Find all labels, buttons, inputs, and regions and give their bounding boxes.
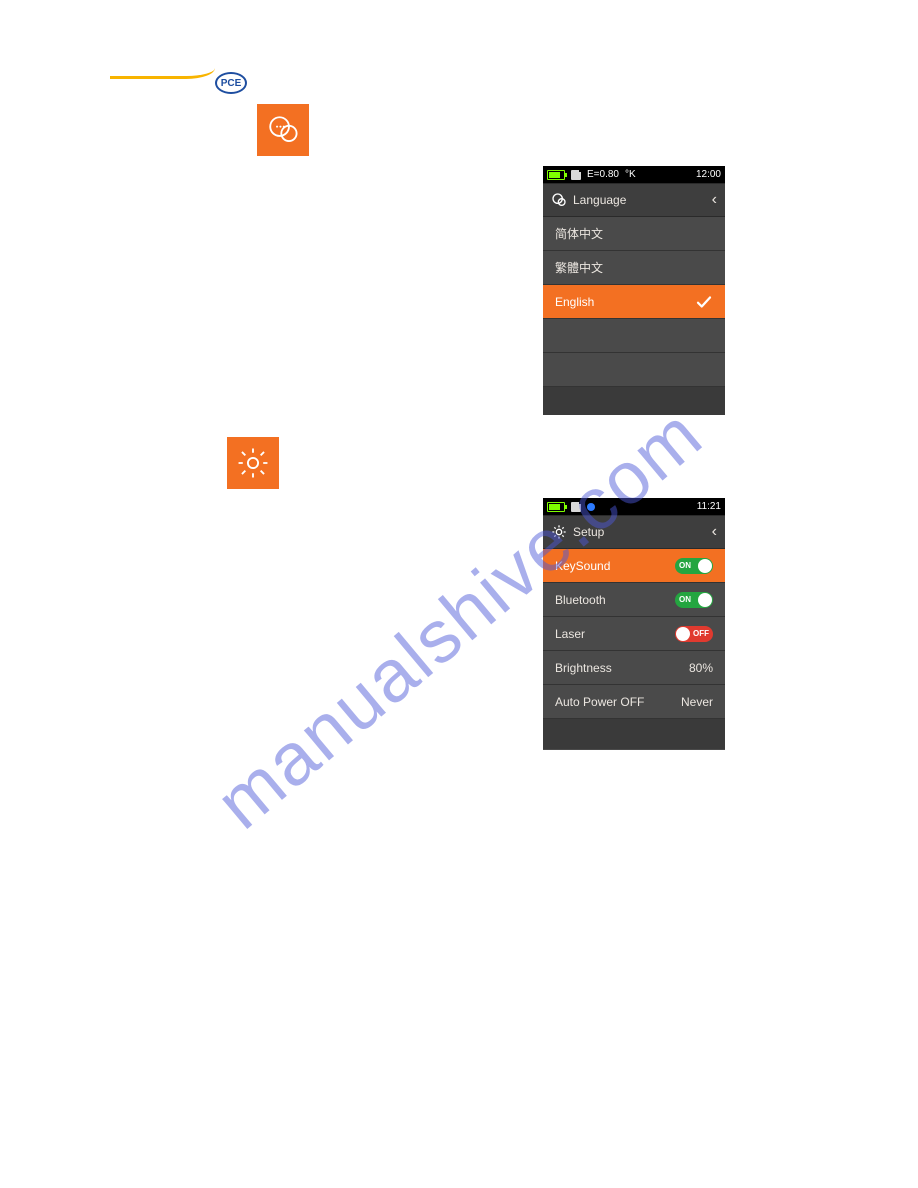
row-label: Auto Power OFF: [555, 695, 644, 709]
language-option[interactable]: 繁體中文: [543, 251, 725, 285]
toggle-on[interactable]: ON: [675, 558, 713, 574]
language-label: 简体中文: [555, 225, 603, 242]
save-icon: [571, 502, 581, 512]
setup-keysound-row[interactable]: KeySound ON: [543, 549, 725, 583]
brand-badge: PCE: [215, 72, 247, 94]
brand-swoosh: [110, 62, 230, 98]
empty-row: [543, 353, 725, 387]
setup-brightness-row[interactable]: Brightness 80%: [543, 651, 725, 685]
battery-icon: [547, 502, 565, 512]
language-label: 繁體中文: [555, 259, 603, 276]
status-bar: E=0.80 °K 12:00: [543, 166, 725, 183]
language-screen: E=0.80 °K 12:00 Language ‹ 简体中文 繁體中文 Eng…: [543, 166, 725, 411]
battery-icon: [547, 170, 565, 180]
clock: 12:00: [696, 169, 721, 180]
emissivity-value: E=0.80: [587, 169, 619, 180]
language-tile: [257, 104, 309, 156]
language-label: English: [555, 295, 594, 309]
back-chevron-icon[interactable]: ‹: [712, 523, 717, 541]
temp-unit: °K: [625, 169, 636, 180]
speech-bubble-icon: [266, 113, 300, 147]
setup-header[interactable]: Setup ‹: [543, 515, 725, 549]
language-option[interactable]: 简体中文: [543, 217, 725, 251]
empty-row: [543, 719, 725, 749]
setup-screen: 11:21 Setup ‹ KeySound ON Bluetooth ON L…: [543, 498, 725, 750]
setup-tile: [227, 437, 279, 489]
row-label: KeySound: [555, 559, 610, 573]
header-title: Language: [573, 193, 626, 207]
speech-bubble-icon: [551, 192, 567, 208]
row-value: 80%: [689, 661, 713, 675]
toggle-off[interactable]: OFF: [675, 626, 713, 642]
status-bar: 11:21: [543, 498, 725, 515]
header-title: Setup: [573, 525, 604, 539]
gear-icon: [236, 446, 270, 480]
row-label: Bluetooth: [555, 593, 606, 607]
empty-row: [543, 387, 725, 415]
setup-laser-row[interactable]: Laser OFF: [543, 617, 725, 651]
save-icon: [571, 170, 581, 180]
language-header[interactable]: Language ‹: [543, 183, 725, 217]
row-label: Brightness: [555, 661, 612, 675]
setup-autopoweroff-row[interactable]: Auto Power OFF Never: [543, 685, 725, 719]
empty-row: [543, 319, 725, 353]
clock: 11:21: [697, 501, 721, 512]
setup-bluetooth-row[interactable]: Bluetooth ON: [543, 583, 725, 617]
gear-icon: [551, 524, 567, 540]
language-option-selected[interactable]: English: [543, 285, 725, 319]
row-label: Laser: [555, 627, 585, 641]
back-chevron-icon[interactable]: ‹: [712, 191, 717, 209]
bluetooth-icon: [587, 503, 595, 511]
toggle-on[interactable]: ON: [675, 592, 713, 608]
row-value: Never: [681, 695, 713, 709]
check-icon: [695, 293, 713, 311]
